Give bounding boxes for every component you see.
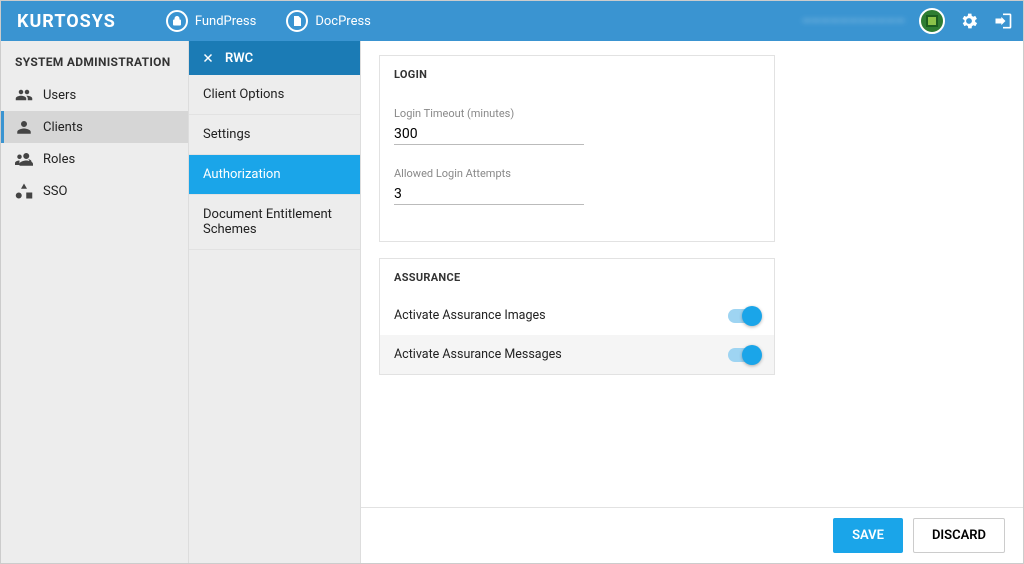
nav-fundpress[interactable]: FundPress <box>166 10 257 32</box>
sidebar: SYSTEM ADMINISTRATION Users Clients Role… <box>1 41 189 563</box>
allowed-attempts-input[interactable] <box>394 184 584 205</box>
login-timeout-input[interactable] <box>394 124 584 145</box>
sub-item-client-options[interactable]: Client Options <box>189 75 360 115</box>
sidebar-item-clients[interactable]: Clients <box>1 111 188 143</box>
user-name: ——————————— <box>802 14 905 28</box>
assurance-messages-label: Activate Assurance Messages <box>394 347 562 362</box>
sub-item-settings[interactable]: Settings <box>189 115 360 155</box>
allowed-attempts-label: Allowed Login Attempts <box>394 167 760 180</box>
login-timeout-field: Login Timeout (minutes) <box>394 107 760 145</box>
gear-icon[interactable] <box>959 11 979 31</box>
sub-item-document-entitlement[interactable]: Document Entitlement Schemes <box>189 195 360 250</box>
top-bar: KURTOSYS FundPress DocPress ——————————— <box>1 1 1023 41</box>
login-timeout-label: Login Timeout (minutes) <box>394 107 760 120</box>
nav-fundpress-label: FundPress <box>195 14 257 29</box>
sso-icon <box>15 182 33 200</box>
sidebar-heading: SYSTEM ADMINISTRATION <box>1 55 188 79</box>
assurance-images-row: Activate Assurance Images <box>380 296 774 335</box>
sidebar-item-label: Users <box>43 88 76 103</box>
user-area: ——————————— <box>802 8 1013 34</box>
login-card-title: LOGIN <box>380 56 774 93</box>
fundpress-icon <box>166 10 188 32</box>
logout-icon[interactable] <box>993 11 1013 31</box>
sidebar-item-label: Roles <box>43 152 75 167</box>
nav-docpress[interactable]: DocPress <box>286 10 371 32</box>
sub-panel: RWC Client Options Settings Authorizatio… <box>189 41 361 563</box>
sidebar-item-sso[interactable]: SSO <box>1 175 188 207</box>
sub-item-authorization[interactable]: Authorization <box>189 155 360 195</box>
assurance-images-label: Activate Assurance Images <box>394 308 546 323</box>
avatar[interactable] <box>919 8 945 34</box>
assurance-images-toggle[interactable] <box>728 309 760 323</box>
assurance-card: ASSURANCE Activate Assurance Images Acti… <box>379 258 775 375</box>
assurance-messages-row: Activate Assurance Messages <box>380 335 774 374</box>
docpress-icon <box>286 10 308 32</box>
nav-docpress-label: DocPress <box>315 14 371 29</box>
brand-logo: KURTOSYS <box>17 11 116 32</box>
users-icon <box>15 86 33 104</box>
assurance-messages-toggle[interactable] <box>728 348 760 362</box>
main-area: LOGIN Login Timeout (minutes) Allowed Lo… <box>361 41 1023 563</box>
sidebar-item-roles[interactable]: Roles <box>1 143 188 175</box>
close-icon[interactable] <box>201 51 215 65</box>
login-card: LOGIN Login Timeout (minutes) Allowed Lo… <box>379 55 775 242</box>
roles-icon <box>15 150 33 168</box>
allowed-attempts-field: Allowed Login Attempts <box>394 167 760 205</box>
sidebar-item-label: Clients <box>43 120 83 135</box>
discard-button[interactable]: DISCARD <box>913 518 1005 553</box>
footer-actions: SAVE DISCARD <box>361 507 1023 563</box>
sidebar-item-label: SSO <box>43 184 67 199</box>
assurance-card-title: ASSURANCE <box>380 259 774 296</box>
sub-panel-header: RWC <box>189 41 360 75</box>
sub-panel-title: RWC <box>225 51 253 66</box>
sidebar-item-users[interactable]: Users <box>1 79 188 111</box>
save-button[interactable]: SAVE <box>833 518 903 553</box>
client-icon <box>15 118 33 136</box>
